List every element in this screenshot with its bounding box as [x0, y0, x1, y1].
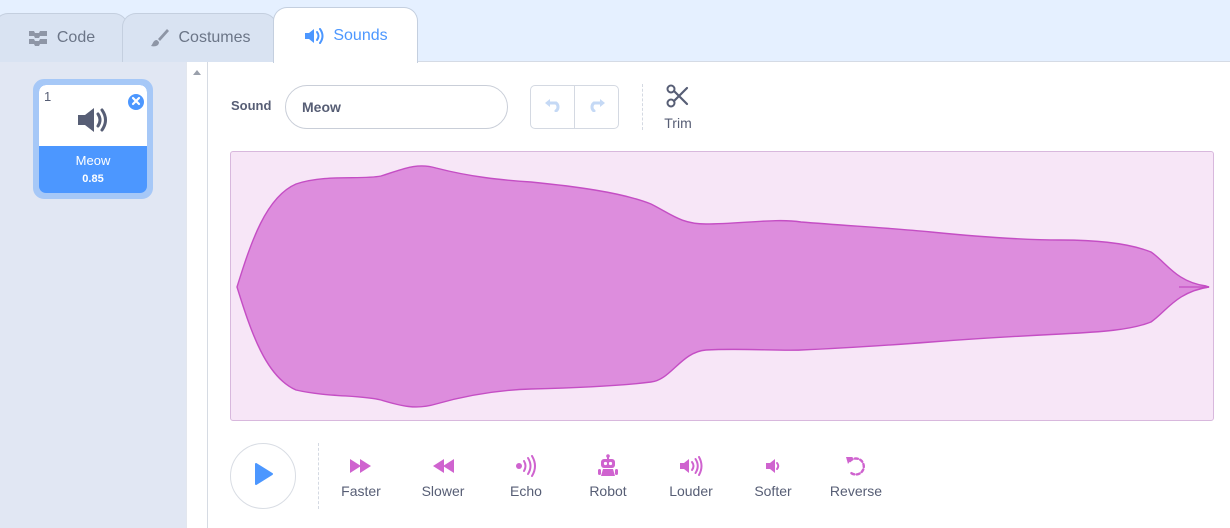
reverse-icon	[816, 454, 896, 478]
effect-echo-button[interactable]: Echo	[486, 454, 566, 499]
speaker-icon	[75, 105, 111, 140]
delete-sound-button[interactable]	[126, 92, 146, 112]
scissors-icon	[666, 84, 690, 112]
sound-list-scrollbar[interactable]	[186, 62, 208, 528]
effect-slower-label: Slower	[421, 483, 465, 499]
fast-forward-icon	[321, 454, 401, 478]
effects-divider	[318, 443, 319, 509]
effect-softer-button[interactable]: Softer	[733, 454, 813, 499]
louder-icon	[651, 454, 731, 478]
effect-faster-label: Faster	[341, 483, 381, 499]
sound-editor: Sound Trim	[208, 62, 1230, 528]
toolbar-divider	[642, 84, 643, 130]
robot-icon	[568, 454, 648, 478]
tab-code[interactable]: Code	[0, 13, 128, 62]
redo-icon	[587, 98, 607, 117]
editor-tab-bar: Code Costumes Sounds	[0, 0, 1230, 63]
rewind-icon	[403, 454, 483, 478]
sound-tile-meow[interactable]: 1 Meow 0.85	[33, 79, 153, 199]
effect-softer-label: Softer	[754, 483, 792, 499]
speaker-icon	[303, 26, 325, 46]
effect-robot-label: Robot	[589, 483, 627, 499]
effect-slower-button[interactable]: Slower	[403, 454, 483, 499]
trim-label: Trim	[664, 115, 692, 131]
undo-redo-group	[530, 85, 619, 129]
play-icon	[252, 462, 274, 491]
undo-button[interactable]	[531, 86, 575, 128]
sound-name-label: Sound	[231, 98, 272, 113]
sound-tile-name: Meow	[75, 153, 111, 168]
effect-echo-label: Echo	[510, 483, 542, 499]
close-icon	[131, 93, 141, 111]
trim-button[interactable]: Trim	[658, 84, 698, 131]
code-blocks-icon	[27, 29, 49, 47]
effect-faster-button[interactable]: Faster	[321, 454, 401, 499]
waveform-graphic	[236, 165, 1210, 408]
undo-icon	[543, 98, 563, 117]
waveform-container[interactable]	[230, 151, 1214, 421]
effect-robot-button[interactable]: Robot	[568, 454, 648, 499]
play-button[interactable]	[230, 443, 296, 509]
tab-sounds[interactable]: Sounds	[273, 7, 418, 63]
effect-louder-button[interactable]: Louder	[651, 454, 731, 499]
tab-sounds-label: Sounds	[333, 26, 388, 44]
effect-reverse-label: Reverse	[829, 483, 883, 499]
tab-code-label: Code	[56, 29, 96, 46]
sound-tile-number: 1	[44, 89, 52, 104]
effect-louder-label: Louder	[669, 483, 713, 499]
sound-name-input[interactable]	[285, 85, 508, 129]
redo-button[interactable]	[575, 86, 618, 128]
scroll-up-arrow[interactable]	[193, 70, 201, 75]
effect-reverse-button[interactable]: Reverse	[816, 454, 896, 499]
waveform-shape	[236, 165, 1210, 408]
echo-icon	[486, 454, 566, 478]
softer-icon	[733, 454, 813, 478]
tab-costumes[interactable]: Costumes	[122, 13, 277, 62]
paintbrush-icon	[148, 27, 170, 49]
sound-list-sidebar: 1 Meow 0.85	[0, 62, 186, 528]
sound-tile-duration: 0.85	[82, 173, 104, 185]
tab-costumes-label: Costumes	[178, 29, 251, 46]
